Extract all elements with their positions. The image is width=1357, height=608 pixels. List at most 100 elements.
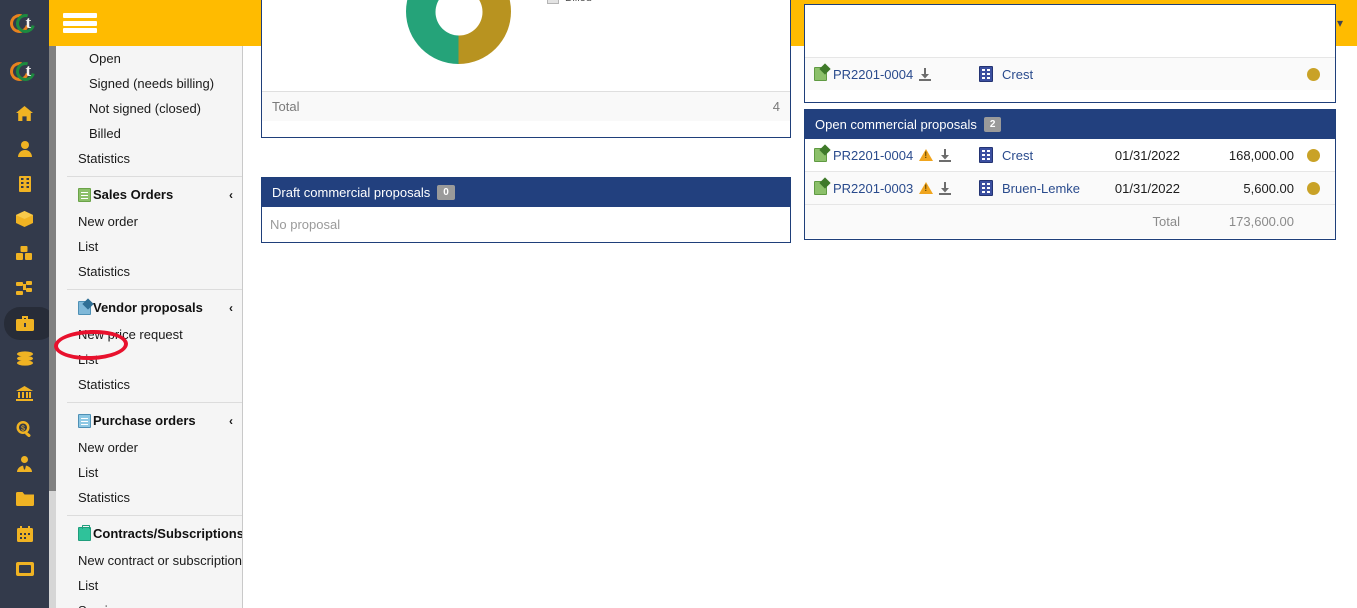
proposal-company-cell: Bruen-Lemke — [964, 180, 1088, 196]
sidebar-item-contracts-list[interactable]: List — [56, 573, 242, 598]
status-badge[interactable] — [1306, 67, 1320, 81]
rail-icon-documents[interactable] — [0, 481, 49, 516]
warning-icon — [919, 182, 934, 194]
chevron-left-icon[interactable]: ‹ — [229, 299, 233, 317]
total-label: Total — [272, 99, 300, 114]
sidebar-item-vendor-list[interactable]: List — [56, 347, 242, 372]
sidebar-menu: Open Signed (needs billing) Not signed (… — [56, 46, 242, 608]
app-logo-top[interactable]: t — [0, 0, 49, 48]
sidebar: Open Signed (needs billing) Not signed (… — [49, 46, 243, 608]
rail-icon-products[interactable] — [0, 201, 49, 236]
rail-icon-projects[interactable] — [0, 271, 49, 306]
sidebar-item-sales-new-order[interactable]: New order — [56, 209, 242, 234]
chevron-left-icon[interactable]: ‹ — [229, 412, 233, 430]
building-icon — [979, 180, 993, 196]
total-value: 4 — [772, 99, 780, 114]
sidebar-divider — [67, 402, 242, 403]
draft-card-header: Draft commercial proposals 0 — [262, 178, 790, 207]
rail-icon-home[interactable] — [0, 96, 49, 131]
signed-proposals-card: PR2201-0004 Crest — [804, 4, 1336, 103]
chevron-down-icon[interactable]: ▾ — [1337, 16, 1343, 30]
sidebar-item-vendor-new-price-request[interactable]: New price request — [56, 322, 242, 347]
sidebar-scrollbar[interactable] — [49, 46, 56, 491]
sidebar-group-contracts[interactable]: Contracts/Subscriptions ‹ — [56, 520, 242, 548]
warning-icon — [919, 149, 934, 161]
rail-icon-third-parties[interactable] — [0, 166, 49, 201]
sidebar-group-label-vendor-proposals: Vendor proposals — [93, 300, 203, 315]
download-icon[interactable] — [939, 148, 952, 162]
doc-blue-icon — [78, 414, 91, 428]
hamburger-menu-icon[interactable] — [63, 10, 97, 36]
proposal-company-cell: Crest — [964, 66, 1300, 82]
proposal-ref-link[interactable]: PR2201-0004 — [833, 67, 913, 82]
sidebar-item-contracts-services[interactable]: Services — [56, 598, 242, 608]
rail-icon-tickets[interactable] — [0, 551, 49, 586]
sidebar-item-statistics-top[interactable]: Statistics — [56, 146, 242, 171]
legend-label: Billed — [565, 0, 592, 4]
open-card-count-badge: 2 — [983, 117, 1002, 132]
rail-icon-commercial[interactable] — [0, 306, 49, 341]
proposal-company-link[interactable]: Bruen-Lemke — [1002, 181, 1080, 196]
sidebar-item-sales-list[interactable]: List — [56, 234, 242, 259]
rail-icon-members[interactable] — [0, 131, 49, 166]
proposal-company-link[interactable]: Crest — [1002, 148, 1033, 163]
status-badge[interactable] — [1306, 148, 1320, 162]
sidebar-group-vendor-proposals[interactable]: Vendor proposals ‹ — [56, 294, 242, 322]
proposal-doc-icon — [814, 67, 827, 81]
icon-rail: t t $ — [0, 0, 49, 608]
proposal-status-cell — [1300, 181, 1326, 195]
sidebar-group-label-purchase-orders: Purchase orders — [93, 413, 196, 428]
sidebar-divider — [67, 515, 242, 516]
proposal-ref-link[interactable]: PR2201-0004 — [833, 148, 913, 163]
proposal-ref-cell: PR2201-0003 — [814, 181, 964, 196]
doc-pencil-icon — [78, 301, 91, 315]
proposal-company-cell: Crest — [964, 147, 1088, 163]
proposal-company-link[interactable]: Crest — [1002, 67, 1033, 82]
legend-swatch-icon — [547, 0, 559, 4]
rail-icon-agenda[interactable] — [0, 516, 49, 551]
sidebar-item-signed-needs-billing[interactable]: Signed (needs billing) — [56, 71, 242, 96]
download-icon[interactable] — [919, 67, 932, 81]
sidebar-item-not-signed-closed[interactable]: Not signed (closed) — [56, 96, 242, 121]
proposals-status-chart-card: Not signed Billed Total 4 — [261, 0, 791, 138]
chevron-left-icon[interactable]: ‹ — [229, 186, 233, 204]
logo-letter: t — [25, 13, 32, 32]
donut-chart[interactable] — [406, 0, 511, 64]
sidebar-item-purchase-new-order[interactable]: New order — [56, 435, 242, 460]
sidebar-group-purchase-orders[interactable]: Purchase orders ‹ — [56, 407, 242, 435]
donut-total-row: Total 4 — [262, 91, 790, 121]
open-card-title: Open commercial proposals — [815, 117, 977, 132]
sidebar-item-purchase-statistics[interactable]: Statistics — [56, 485, 242, 510]
proposal-doc-icon — [814, 181, 827, 195]
sidebar-item-vendor-statistics[interactable]: Statistics — [56, 372, 242, 397]
donut-chart-body: Not signed Billed — [262, 0, 790, 91]
sidebar-group-sales-orders[interactable]: Sales Orders ‹ — [56, 181, 242, 209]
download-icon[interactable] — [939, 181, 952, 195]
sidebar-item-sales-statistics[interactable]: Statistics — [56, 259, 242, 284]
rail-icon-hrm[interactable] — [0, 446, 49, 481]
sidebar-item-contracts-new[interactable]: New contract or subscription — [56, 548, 242, 573]
briefcase-icon — [78, 525, 91, 541]
rail-icon-billing[interactable] — [0, 341, 49, 376]
logo-icon-secondary: t — [6, 58, 40, 85]
rail-icon-accounting[interactable] — [0, 376, 49, 411]
legend-item-billed[interactable]: Billed — [547, 0, 618, 7]
sidebar-divider — [67, 289, 242, 290]
rail-icon-stock[interactable] — [0, 236, 49, 271]
table-row[interactable]: PR2201-0003 Bruen-Lemke 01/31/2022 5,600… — [805, 172, 1335, 205]
proposal-ref-cell: PR2201-0004 — [814, 67, 964, 82]
table-row[interactable]: PR2201-0004 Crest 01/31/2022 168,000.00 — [805, 139, 1335, 172]
status-badge[interactable] — [1306, 181, 1320, 195]
rail-icon-audit[interactable]: $ — [0, 411, 49, 446]
app-logo-secondary[interactable]: t — [0, 48, 49, 96]
proposal-amount: 168,000.00 — [1228, 147, 1294, 163]
sidebar-item-billed[interactable]: Billed — [56, 121, 242, 146]
svg-text:$: $ — [21, 425, 25, 432]
proposal-status-cell — [1300, 67, 1326, 81]
proposal-ref-link[interactable]: PR2201-0003 — [833, 181, 913, 196]
sidebar-item-purchase-list[interactable]: List — [56, 460, 242, 485]
doc-green-icon — [78, 188, 91, 202]
sidebar-item-open[interactable]: Open — [56, 46, 242, 71]
proposal-status-cell — [1300, 148, 1326, 162]
table-row[interactable]: PR2201-0004 Crest — [805, 57, 1335, 90]
